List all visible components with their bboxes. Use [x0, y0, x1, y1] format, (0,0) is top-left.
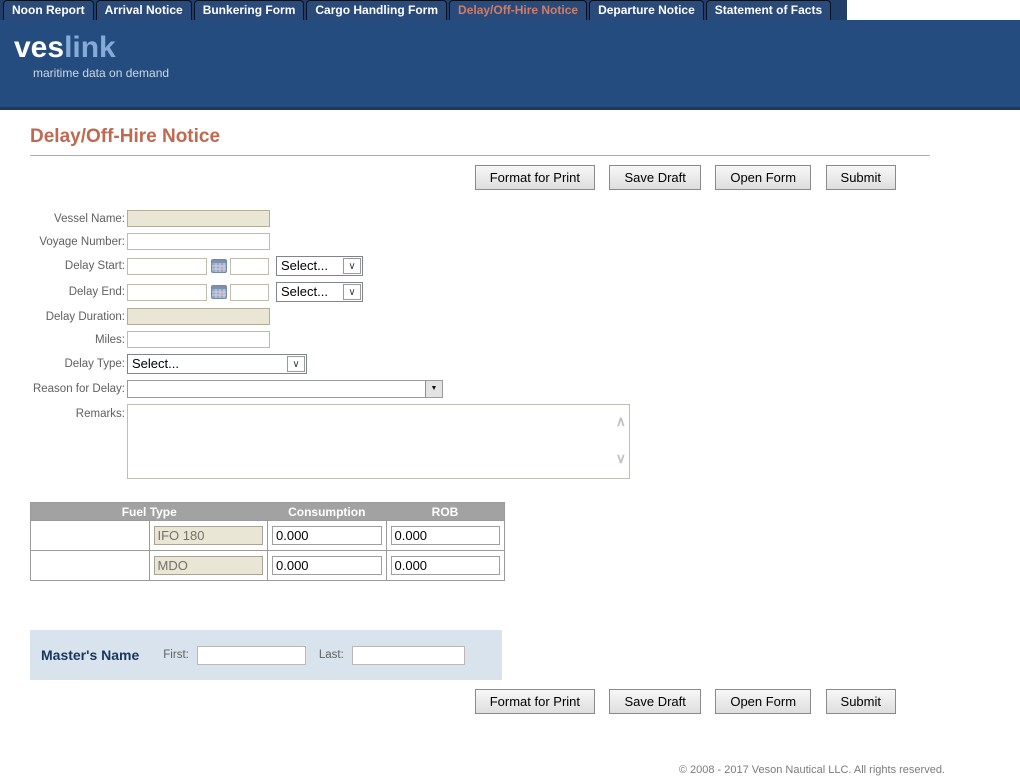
miles-row: Miles: — [30, 331, 1020, 348]
delay-end-label: Delay End: — [30, 286, 125, 298]
rob-header: ROB — [386, 503, 505, 521]
fuel-type-field[interactable] — [154, 556, 264, 575]
delay-type-label: Delay Type: — [30, 358, 125, 370]
dropdown-arrow-icon[interactable]: ▼ — [425, 381, 442, 397]
delay-end-zone-select[interactable]: Select... ∨ — [276, 282, 363, 302]
logo-ves: ves — [14, 31, 64, 64]
vessel-name-label: Vessel Name: — [30, 213, 125, 225]
first-name-field[interactable] — [197, 646, 306, 665]
logo-tagline: maritime data on demand — [33, 66, 1020, 80]
miles-label: Miles: — [30, 334, 125, 346]
consumption-header: Consumption — [268, 503, 387, 521]
reason-for-delay-row: Reason for Delay: ▼ — [30, 380, 1020, 398]
fuel-type-header: Fuel Type — [31, 503, 268, 521]
logo-link: link — [64, 31, 116, 64]
chevron-down-icon: ∨ — [287, 356, 305, 372]
reason-for-delay-value — [128, 381, 425, 397]
tab-bar: Noon Report Arrival Notice Bunkering For… — [0, 0, 1020, 20]
format-for-print-button[interactable]: Format for Print — [475, 689, 595, 714]
tab-bunkering-form[interactable]: Bunkering Form — [194, 0, 305, 20]
fuel-table-header-row: Fuel Type Consumption ROB — [31, 503, 505, 521]
vessel-name-field[interactable] — [127, 210, 270, 227]
fuel-type-field[interactable] — [154, 526, 264, 545]
fuel-table: Fuel Type Consumption ROB — [30, 502, 505, 581]
delay-duration-label: Delay Duration: — [30, 311, 125, 323]
masters-name-title: Master's Name — [41, 647, 139, 663]
voyage-number-row: Voyage Number: — [30, 233, 1020, 250]
reason-for-delay-combobox[interactable]: ▼ — [127, 380, 443, 398]
copyright-text: © 2008 - 2017 Veson Nautical LLC. All ri… — [30, 764, 960, 776]
delay-start-time-field[interactable] — [230, 258, 269, 275]
open-form-button[interactable]: Open Form — [715, 689, 811, 714]
delay-type-select[interactable]: Select... ∨ — [127, 354, 307, 374]
page-title: Delay/Off-Hire Notice — [30, 126, 930, 156]
last-name-field[interactable] — [352, 646, 465, 665]
voyage-number-label: Voyage Number: — [30, 236, 125, 248]
first-name-label: First: — [163, 649, 189, 661]
fuel-row — [31, 521, 505, 551]
delay-start-row: Delay Start: Select... ∨ — [30, 256, 1020, 276]
consumption-field[interactable] — [272, 526, 382, 545]
last-name-label: Last: — [319, 649, 344, 661]
delay-duration-row: Delay Duration: — [30, 308, 1020, 325]
masters-name-section: Master's Name First: Last: — [30, 630, 502, 680]
row-handle-cell — [31, 551, 150, 581]
remarks-field[interactable] — [129, 406, 612, 477]
scroll-down-icon[interactable]: ∨ — [616, 452, 626, 464]
tab-cargo-handling-form[interactable]: Cargo Handling Form — [306, 0, 447, 20]
submit-button[interactable]: Submit — [826, 165, 896, 190]
rob-field[interactable] — [391, 526, 501, 545]
tab-noon-report[interactable]: Noon Report — [3, 0, 94, 20]
tab-statement-of-facts[interactable]: Statement of Facts — [706, 0, 831, 20]
tab-departure-notice[interactable]: Departure Notice — [589, 0, 704, 20]
remarks-label: Remarks: — [30, 404, 125, 420]
delay-duration-field[interactable] — [127, 308, 270, 325]
format-for-print-button[interactable]: Format for Print — [475, 165, 595, 190]
miles-field[interactable] — [127, 331, 270, 348]
chevron-down-icon: ∨ — [343, 284, 361, 300]
delay-form: Vessel Name: Voyage Number: Delay Start:… — [30, 210, 1020, 479]
voyage-number-field[interactable] — [127, 233, 270, 250]
toolbar-bottom: Format for Print Save Draft Open Form Su… — [30, 689, 896, 714]
save-draft-button[interactable]: Save Draft — [609, 689, 700, 714]
row-handle-cell — [31, 521, 150, 551]
submit-button[interactable]: Submit — [826, 689, 896, 714]
tab-arrival-notice[interactable]: Arrival Notice — [96, 0, 192, 20]
delay-end-time-field[interactable] — [230, 284, 269, 301]
delay-start-date-field[interactable] — [127, 258, 207, 275]
delay-start-zone-select[interactable]: Select... ∨ — [276, 256, 363, 276]
chevron-down-icon: ∨ — [343, 258, 361, 274]
remarks-row: Remarks: ∧ ∨ — [30, 404, 1020, 479]
delay-start-zone-value: Select... — [277, 257, 342, 275]
tab-delay-off-hire-notice[interactable]: Delay/Off-Hire Notice — [449, 0, 587, 20]
header-banner: veslink maritime data on demand — [0, 20, 1020, 110]
vessel-name-row: Vessel Name: — [30, 210, 1020, 227]
remarks-field-wrap: ∧ ∨ — [127, 404, 630, 479]
veslink-logo: veslink — [14, 32, 1020, 64]
consumption-field[interactable] — [272, 556, 382, 575]
delay-type-row: Delay Type: Select... ∨ — [30, 354, 1020, 374]
delay-start-label: Delay Start: — [30, 260, 125, 272]
open-form-button[interactable]: Open Form — [715, 165, 811, 190]
tab-strip: Noon Report Arrival Notice Bunkering For… — [0, 0, 847, 20]
delay-type-value: Select... — [128, 355, 286, 373]
delay-end-zone-value: Select... — [277, 283, 342, 301]
scroll-up-icon[interactable]: ∧ — [616, 415, 626, 427]
save-draft-button[interactable]: Save Draft — [609, 165, 700, 190]
calendar-icon[interactable] — [211, 285, 227, 299]
calendar-icon[interactable] — [211, 259, 227, 273]
fuel-row — [31, 551, 505, 581]
reason-for-delay-label: Reason for Delay: — [30, 383, 125, 395]
delay-end-row: Delay End: Select... ∨ — [30, 282, 1020, 302]
rob-field[interactable] — [391, 556, 501, 575]
delay-end-date-field[interactable] — [127, 284, 207, 301]
toolbar-top: Format for Print Save Draft Open Form Su… — [30, 165, 896, 190]
